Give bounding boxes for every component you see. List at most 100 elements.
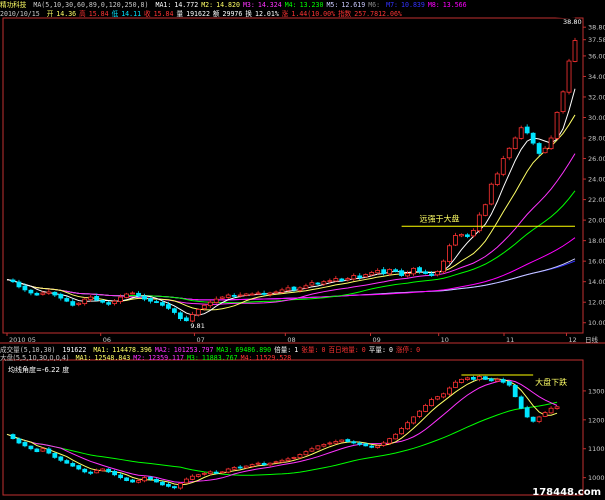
price-candle — [177, 312, 183, 320]
index-candle — [381, 442, 387, 446]
price-candle — [148, 298, 153, 302]
price-candle — [518, 127, 524, 139]
price-candle — [291, 286, 297, 291]
index-candle — [82, 468, 88, 473]
price-axis-label-0: 38.80 — [588, 24, 605, 32]
index-candle — [261, 463, 267, 466]
index-candle — [70, 463, 76, 467]
price-candle — [542, 147, 548, 154]
ohlc-values: 开 14.36 高 15.84 低 14.11 收 15.84 量 191622 额 29976 换 12… — [47, 10, 405, 18]
index-candle — [154, 478, 159, 483]
price-candle — [76, 302, 82, 305]
index-candle — [22, 442, 28, 447]
ma-item-value-0: 14.772 — [174, 1, 199, 9]
ma-item-value-3: 13.230 — [299, 1, 324, 9]
price-candle — [411, 267, 416, 275]
price-candle — [429, 273, 434, 276]
price-candle — [512, 137, 518, 150]
index-candle — [309, 448, 315, 452]
price-axis-label-11: 18.00 — [588, 237, 605, 245]
month-label-4: 09 — [373, 336, 381, 344]
index-candle — [64, 460, 70, 464]
price-candle — [52, 291, 58, 296]
index-candle — [88, 471, 94, 474]
ohlc-item-value-6: 12.01% — [254, 10, 279, 18]
price-candle — [482, 204, 488, 216]
price-candle — [375, 269, 381, 274]
index-candle — [441, 393, 446, 398]
price-candle — [40, 292, 46, 295]
price-axis-label-15: 10.00 — [588, 319, 605, 327]
price-candle — [345, 278, 351, 281]
index-candle — [148, 476, 153, 480]
ma-angle-text: 均线角度=-6.22 度 — [8, 366, 70, 374]
price-candle — [357, 275, 363, 278]
index-candle — [40, 448, 46, 452]
index-candle — [118, 474, 123, 479]
index-candle — [393, 433, 399, 440]
price-axis-label-2: 36.00 — [588, 52, 605, 60]
price-candle — [548, 137, 554, 150]
ohlc-item-0: 开 — [46, 10, 54, 18]
index-candle — [488, 378, 494, 382]
watermark: 178448.com — [532, 487, 601, 498]
index-ma10-line — [6, 379, 558, 483]
price-ma20-line — [6, 153, 576, 305]
stock-name[interactable]: 精功科技 — [0, 1, 26, 9]
index-candle — [411, 416, 416, 424]
index-candle — [351, 441, 357, 444]
index-candle — [52, 452, 58, 458]
price-candle — [213, 298, 219, 303]
idx-item-0: MA1: — [75, 354, 92, 362]
index-candle — [554, 406, 560, 409]
index-candle — [429, 399, 434, 407]
index-candle — [524, 407, 530, 418]
price-candle — [488, 183, 494, 205]
chart-canvas[interactable]: 38.80 37.58 36.00 34.00 32.00 30.00 28.00 26.00… — [0, 0, 605, 500]
ohlc-item-5: 额 — [212, 10, 220, 18]
ma-item-7: M8: — [427, 1, 440, 9]
price-candle — [435, 271, 440, 276]
price-axis-label-9: 22.00 — [588, 196, 605, 204]
index-candle — [285, 458, 291, 461]
price-candle — [106, 302, 112, 305]
price-candle — [399, 270, 405, 276]
ma-item-0: MA1: — [155, 1, 172, 9]
ma-item-value-4: 12.619 — [341, 1, 366, 9]
price-candle — [255, 292, 261, 295]
price-axis-label-5: 30.00 — [588, 114, 605, 122]
index-candle — [464, 377, 470, 381]
price-candle — [351, 275, 357, 280]
price-candle — [124, 293, 129, 298]
price-candle — [333, 278, 339, 282]
header-line-2: 2010/10/15 开 14.36 高 15.84 低 14.11 收 15.84 量 1916… — [0, 9, 583, 19]
price-candle — [225, 294, 231, 298]
price-candle — [231, 294, 237, 297]
index-candle — [345, 439, 351, 442]
price-candle — [160, 302, 165, 306]
weak-annotation: 大盘下跌 — [535, 377, 567, 387]
price-candle — [530, 132, 536, 144]
price-candle — [423, 271, 428, 274]
index-candle — [435, 396, 440, 400]
index-candle — [94, 470, 100, 474]
index-candle — [291, 457, 297, 459]
index-candle — [375, 445, 381, 448]
index-candle — [518, 396, 524, 409]
index-candle — [249, 464, 255, 467]
price-candle — [189, 314, 195, 322]
ohlc-item-value-8: 257.7812.06% — [354, 10, 402, 18]
index-candle — [273, 461, 279, 464]
ma-item-1: M2: — [201, 1, 214, 9]
price-candle — [70, 301, 76, 306]
price-candle — [536, 143, 542, 154]
price-candle — [363, 274, 369, 278]
month-label-6: 11 — [506, 336, 514, 344]
ohlc-item-value-0: 14.36 — [56, 10, 77, 18]
ma-values: MA1: 14.772 M2: 14.820 M3: 14.324 M4: 13.230 M5:… — [155, 1, 469, 9]
price-axis-label-14: 12.00 — [588, 299, 605, 307]
strong-annotation: 远强于大盘 — [420, 213, 460, 223]
price-candle — [201, 304, 207, 310]
index-candle — [447, 387, 452, 395]
price-candle — [285, 287, 291, 291]
